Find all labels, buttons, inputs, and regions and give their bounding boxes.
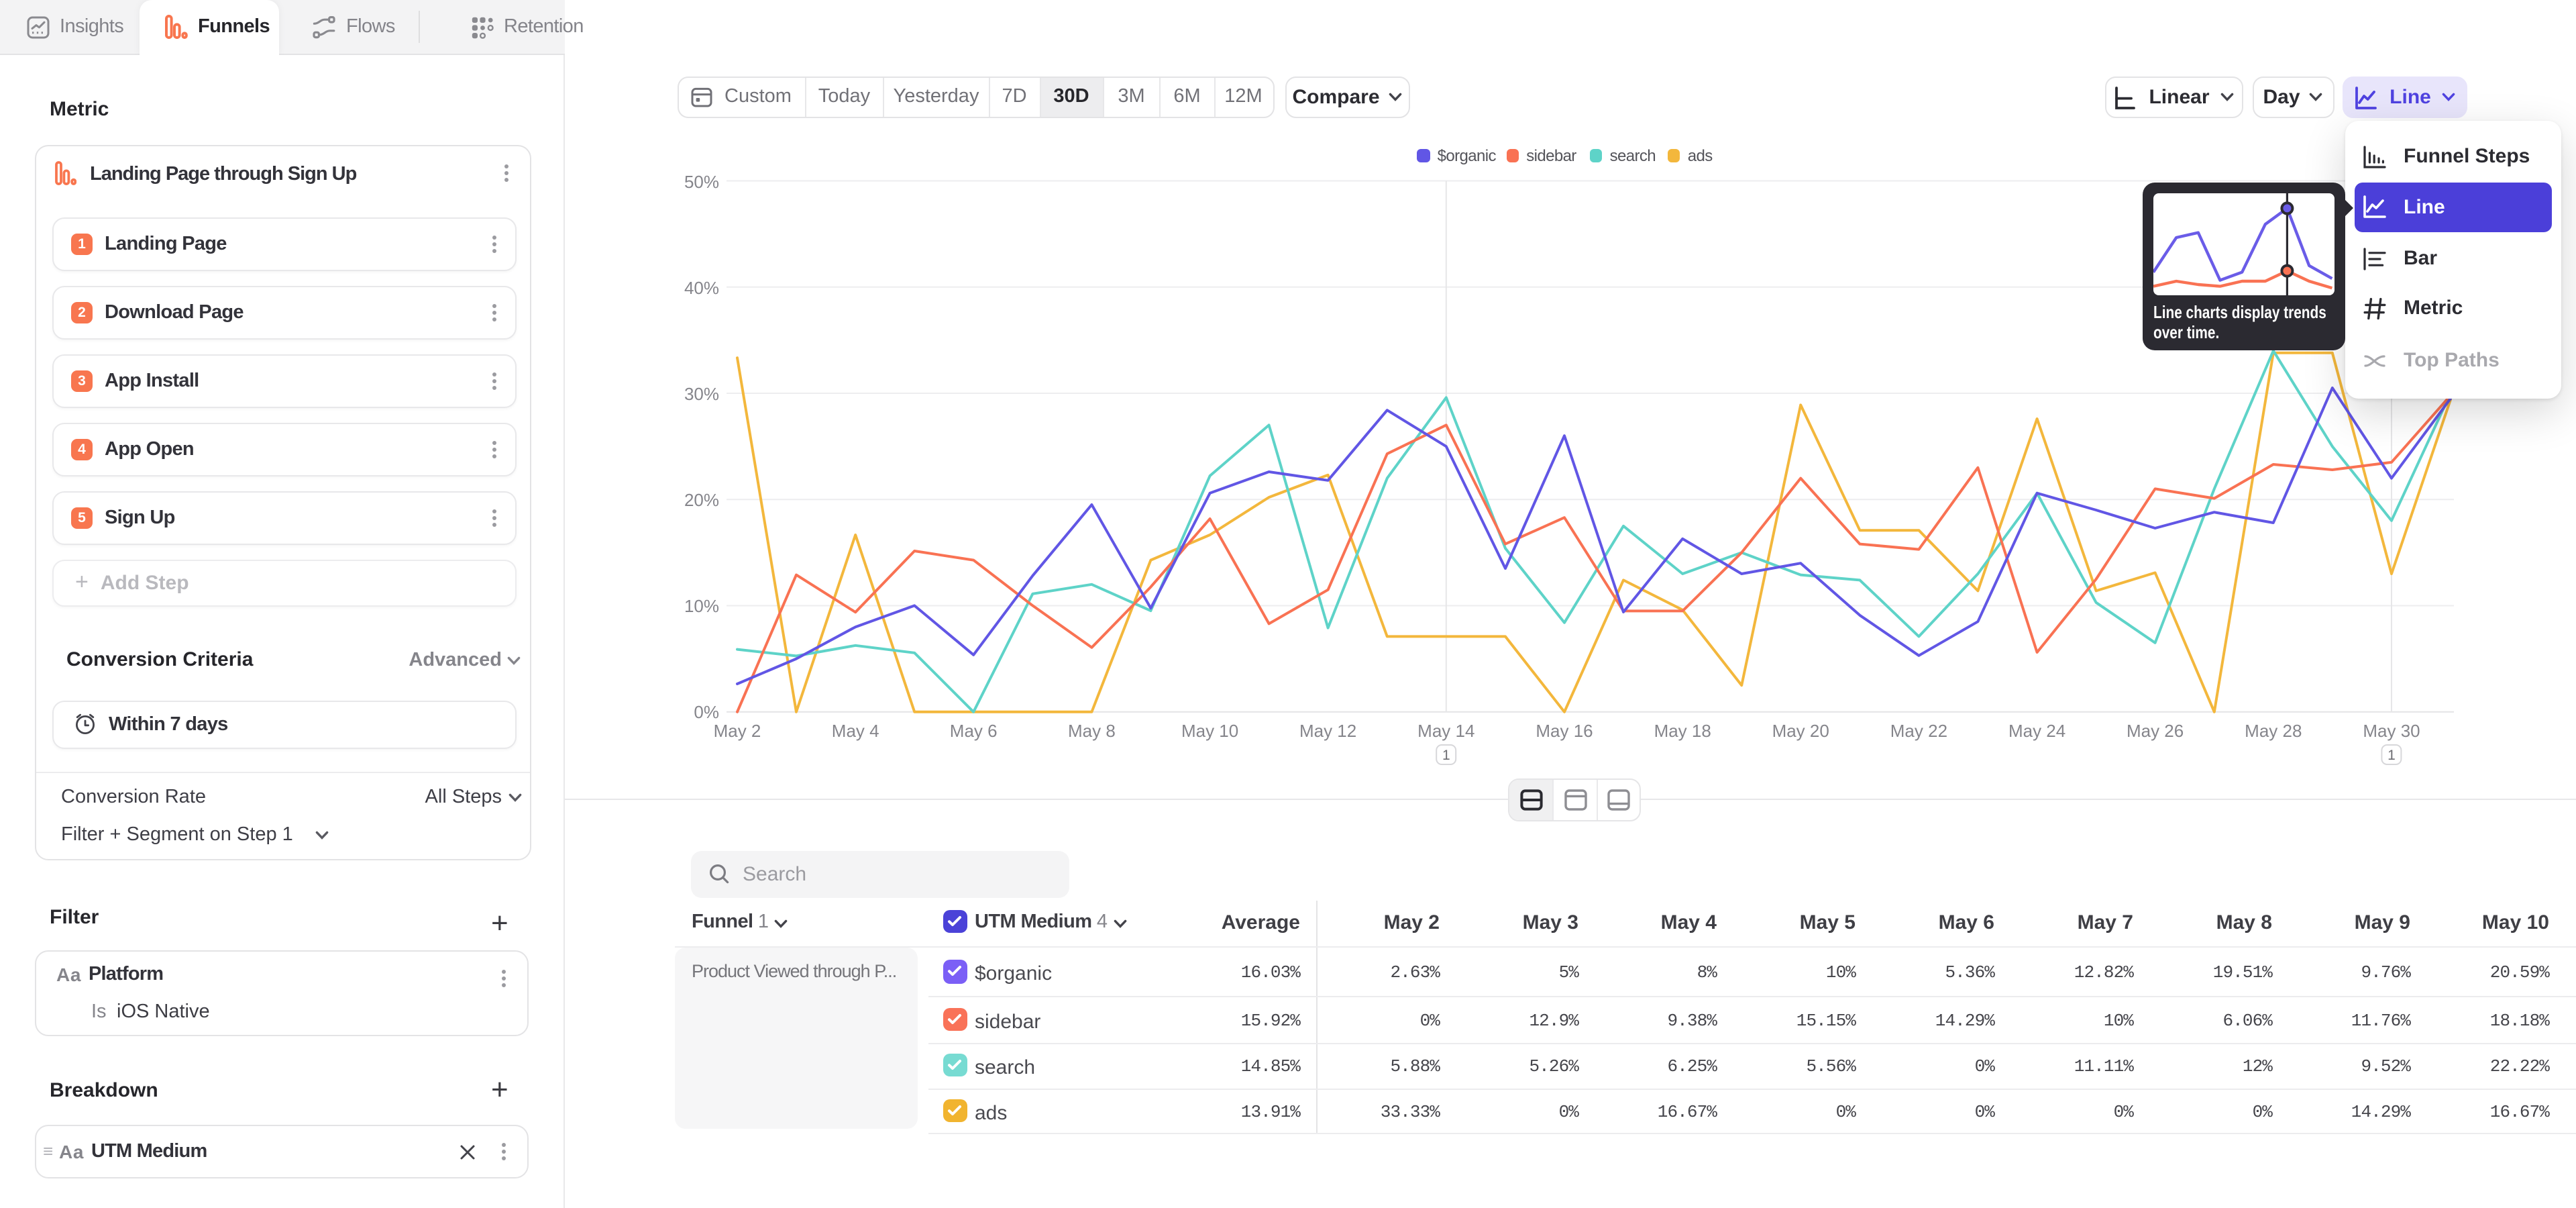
svg-text:May 30: May 30 [2363, 721, 2420, 741]
svg-text:0%: 0% [694, 702, 719, 722]
svg-text:50%: 50% [684, 172, 719, 192]
svg-text:May 16: May 16 [1536, 721, 1593, 741]
svg-text:May 28: May 28 [2245, 721, 2302, 741]
svg-text:May 24: May 24 [2008, 721, 2065, 741]
svg-text:May 10: May 10 [1181, 721, 1238, 741]
svg-text:1: 1 [2387, 748, 2396, 763]
svg-text:May 6: May 6 [950, 721, 998, 741]
svg-text:May 12: May 12 [1299, 721, 1356, 741]
svg-text:May 18: May 18 [1654, 721, 1711, 741]
svg-text:20%: 20% [684, 490, 719, 510]
svg-text:May 8: May 8 [1068, 721, 1116, 741]
svg-text:May 20: May 20 [1772, 721, 1829, 741]
svg-text:May 14: May 14 [1417, 721, 1474, 741]
svg-text:30%: 30% [684, 384, 719, 404]
svg-text:May 2: May 2 [714, 721, 761, 741]
svg-text:10%: 10% [684, 596, 719, 616]
svg-text:May 4: May 4 [832, 721, 879, 741]
svg-text:40%: 40% [684, 278, 719, 298]
svg-text:May 26: May 26 [2127, 721, 2184, 741]
svg-text:May 22: May 22 [1890, 721, 1947, 741]
svg-text:1: 1 [1442, 748, 1450, 763]
